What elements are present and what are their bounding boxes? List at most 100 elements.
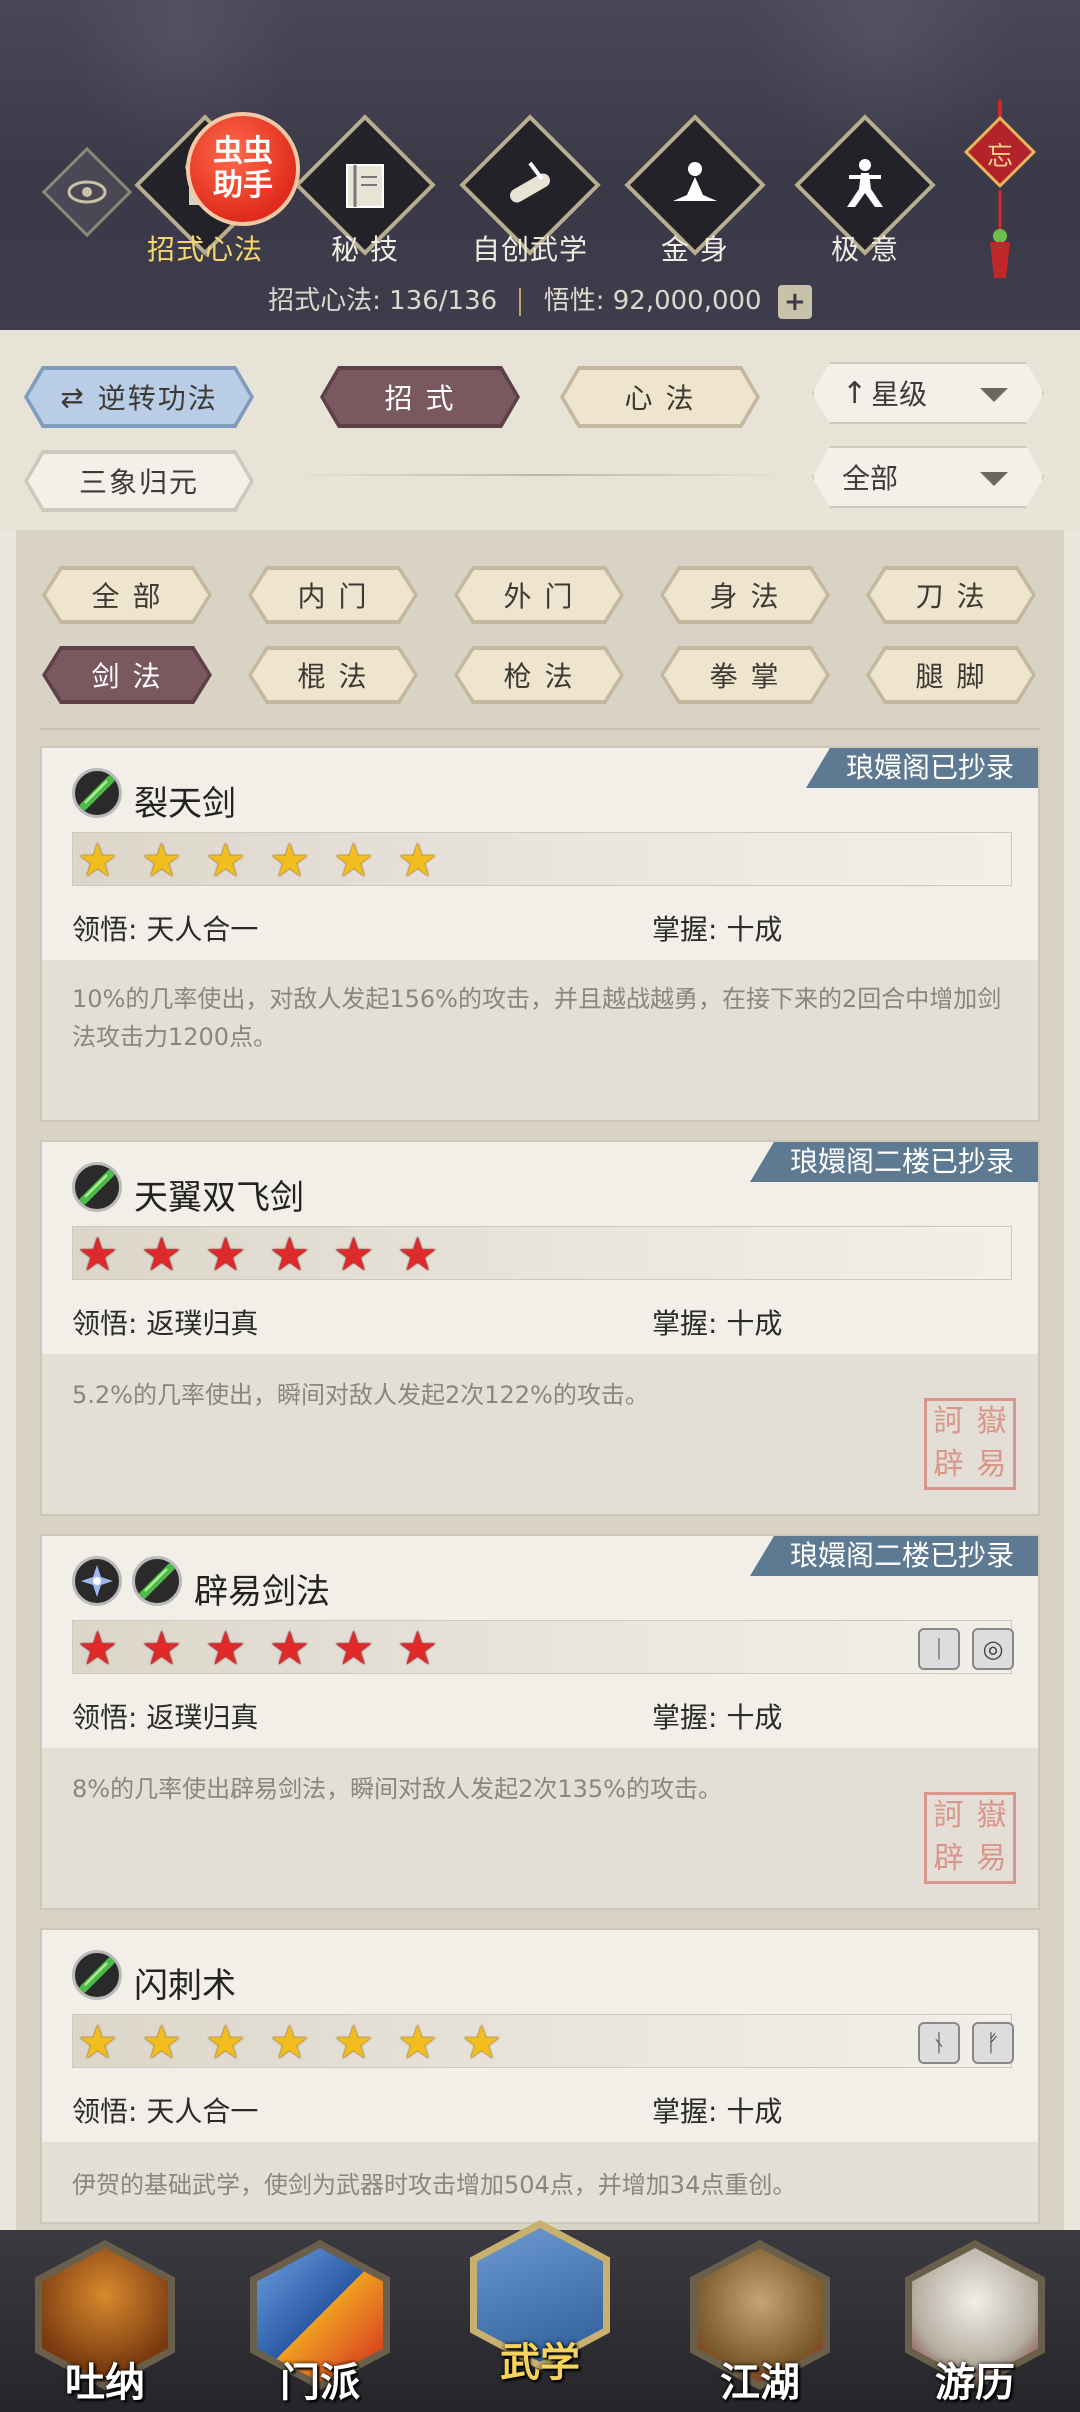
filter-sword[interactable]: 剑 法 [42,646,212,704]
insight-row: 领悟: 返璞归真 [72,1302,258,1342]
star-icon: ★ [397,2015,439,2069]
assistant-badge[interactable]: 虫虫 助手 [186,112,300,226]
nav-label: 江湖 [720,2359,800,2406]
skill-title: 天翼双飞剑 [134,1178,304,1218]
star-icon: ★ [269,1621,311,1675]
skill-card[interactable]: 琅嬛阁已抄录 裂天剑 ★ ★ ★ ★ ★ ★ 领悟: 天人合一 掌握: 十成 1… [40,746,1040,1122]
reverse-technique-button[interactable]: ⇄ 逆转功法 [24,366,254,428]
star-icon: ★ [397,833,439,887]
seal-char: 訶 [933,1404,964,1439]
skills-value: 136/136 [389,286,498,316]
knot-char: 忘 [986,142,1013,172]
chevron-down-icon [980,388,1008,402]
seal-char: 嶽 [976,1798,1007,1833]
skill-description: 5.2%的几率使出，瞬间对敌人发起2次122%的攻击。 [72,1381,649,1409]
seal-stamp: 訶 嶽 辟 易 [924,1398,1016,1490]
mastery-label: 掌握: [652,1307,718,1340]
tab-label: 金 身 [661,233,729,266]
nav-jianghu[interactable]: 江湖 [685,2240,835,2410]
seal-char: 嶽 [976,1404,1007,1439]
brush-scroll-icon [480,135,580,235]
skill-card[interactable]: 闪刺术 ★ ★ ★ ★ ★ ★ ★ ᚾ ᚠ 领悟: 天人合一 掌握: 十成 伊贺… [40,1928,1040,2224]
seal-char: 易 [976,1841,1007,1876]
filter-label: 腿 脚 [915,660,987,693]
star-icon: ★ [333,2015,375,2069]
effect-icon[interactable]: ᚾ [918,2022,960,2064]
star-icon: ★ [269,2015,311,2069]
stats-bar: 招式心法: 136/136 悟性: 92,000,000 + [0,280,1080,319]
add-insight-button[interactable]: + [777,284,812,319]
nav-travel[interactable]: 游历 [900,2240,1050,2410]
skill-card[interactable]: 琅嬛阁二楼已抄录 辟易剑法 ★ ★ ★ ★ ★ ★ ᛁ ◎ 领悟: 返璞归真 掌… [40,1534,1040,1910]
book-icon [315,135,415,235]
filter-label: 刀 法 [915,580,987,613]
skill-title: 闪刺术 [134,1966,236,2006]
effect-icon[interactable]: ᚠ [972,2022,1014,2064]
star-icon: ★ [141,1621,183,1675]
nav-sect[interactable]: 门派 [245,2240,395,2410]
reverse-label: 逆转功法 [97,382,218,415]
snowflake-icon [72,1556,122,1606]
filter-inner[interactable]: 内 门 [248,566,418,624]
star-icon: ★ [269,833,311,887]
filter-movement[interactable]: 身 法 [660,566,830,624]
tab-mind[interactable]: 心 法 [560,366,760,428]
star-icon: ★ [397,1227,439,1281]
mastery-value: 十成 [726,1307,783,1340]
effect-icon[interactable]: ᛁ [918,1628,960,1670]
tab-label: 秘 技 [331,233,399,266]
nav-label: 游历 [935,2359,1015,2406]
nav-martial[interactable]: 武学 [465,2220,615,2390]
tab-moves[interactable]: 招 式 [320,366,520,428]
mastery-label: 掌握: [652,2095,718,2128]
filter-divider [40,728,1040,730]
insight-row: 领悟: 天人合一 [72,908,258,948]
filter-fist[interactable]: 拳 掌 [660,646,830,704]
sort-select-value: 星级 [871,378,928,411]
sword-type-icon [132,1556,182,1606]
star-icon: ★ [77,1621,119,1675]
star-icon: ★ [205,1621,247,1675]
skill-card[interactable]: 琅嬛阁二楼已抄录 天翼双飞剑 ★ ★ ★ ★ ★ ★ 领悟: 返璞归真 掌握: … [40,1140,1040,1516]
spiral-icon[interactable]: ◎ [972,1628,1014,1670]
star-icon: ★ [77,2015,119,2069]
seal-char: 辟 [933,1447,964,1482]
filter-spear[interactable]: 枪 法 [454,646,624,704]
mastery-value: 十成 [726,1701,783,1734]
skill-title: 辟易剑法 [194,1572,330,1612]
skill-description: 伊贺的基础武学，使剑为武器时攻击增加504点，并增加34点重创。 [72,2171,797,2199]
chinese-knot-ornament[interactable]: 忘 [960,100,1040,280]
sword-type-icon [72,1950,122,2000]
filter-label: 外 门 [503,580,575,613]
sanxiang-button[interactable]: 三象归元 [24,450,254,512]
filter-label: 棍 法 [297,660,369,693]
star-icon: ★ [397,1621,439,1675]
martial-stance-icon [815,135,915,235]
copied-tag: 琅嬛阁已抄录 [805,748,1038,788]
mastery-row: 掌握: 十成 [652,908,782,948]
filter-label: 全 部 [91,580,163,613]
star-rating: ★ ★ ★ ★ ★ ★ [72,1620,1012,1674]
tab-label: 极 意 [831,233,899,266]
eye-icon [67,180,107,204]
star-icon: ★ [141,2015,183,2069]
insight-row: 领悟: 返璞归真 [72,1696,258,1736]
filter-label: 身 法 [709,580,781,613]
nav-label: 吐纳 [65,2359,145,2406]
filter-outer[interactable]: 外 门 [454,566,624,624]
sort-select[interactable]: ↑ 星级 [812,362,1044,424]
star-icon: ★ [141,833,183,887]
stats-divider [519,287,522,316]
filter-blade[interactable]: 刀 法 [866,566,1036,624]
copied-tag: 琅嬛阁二楼已抄录 [749,1536,1038,1576]
insight-value: 返璞归真 [146,1701,259,1734]
filter-staff[interactable]: 棍 法 [248,646,418,704]
nav-label: 门派 [280,2359,360,2406]
insight-value: 天人合一 [146,2095,259,2128]
nav-breathing[interactable]: 吐纳 [30,2240,180,2410]
filter-leg[interactable]: 腿 脚 [866,646,1036,704]
filter-all[interactable]: 全 部 [42,566,212,624]
star-icon: ★ [205,833,247,887]
category-select[interactable]: 全部 [812,446,1044,508]
copied-tag: 琅嬛阁二楼已抄录 [749,1142,1038,1182]
